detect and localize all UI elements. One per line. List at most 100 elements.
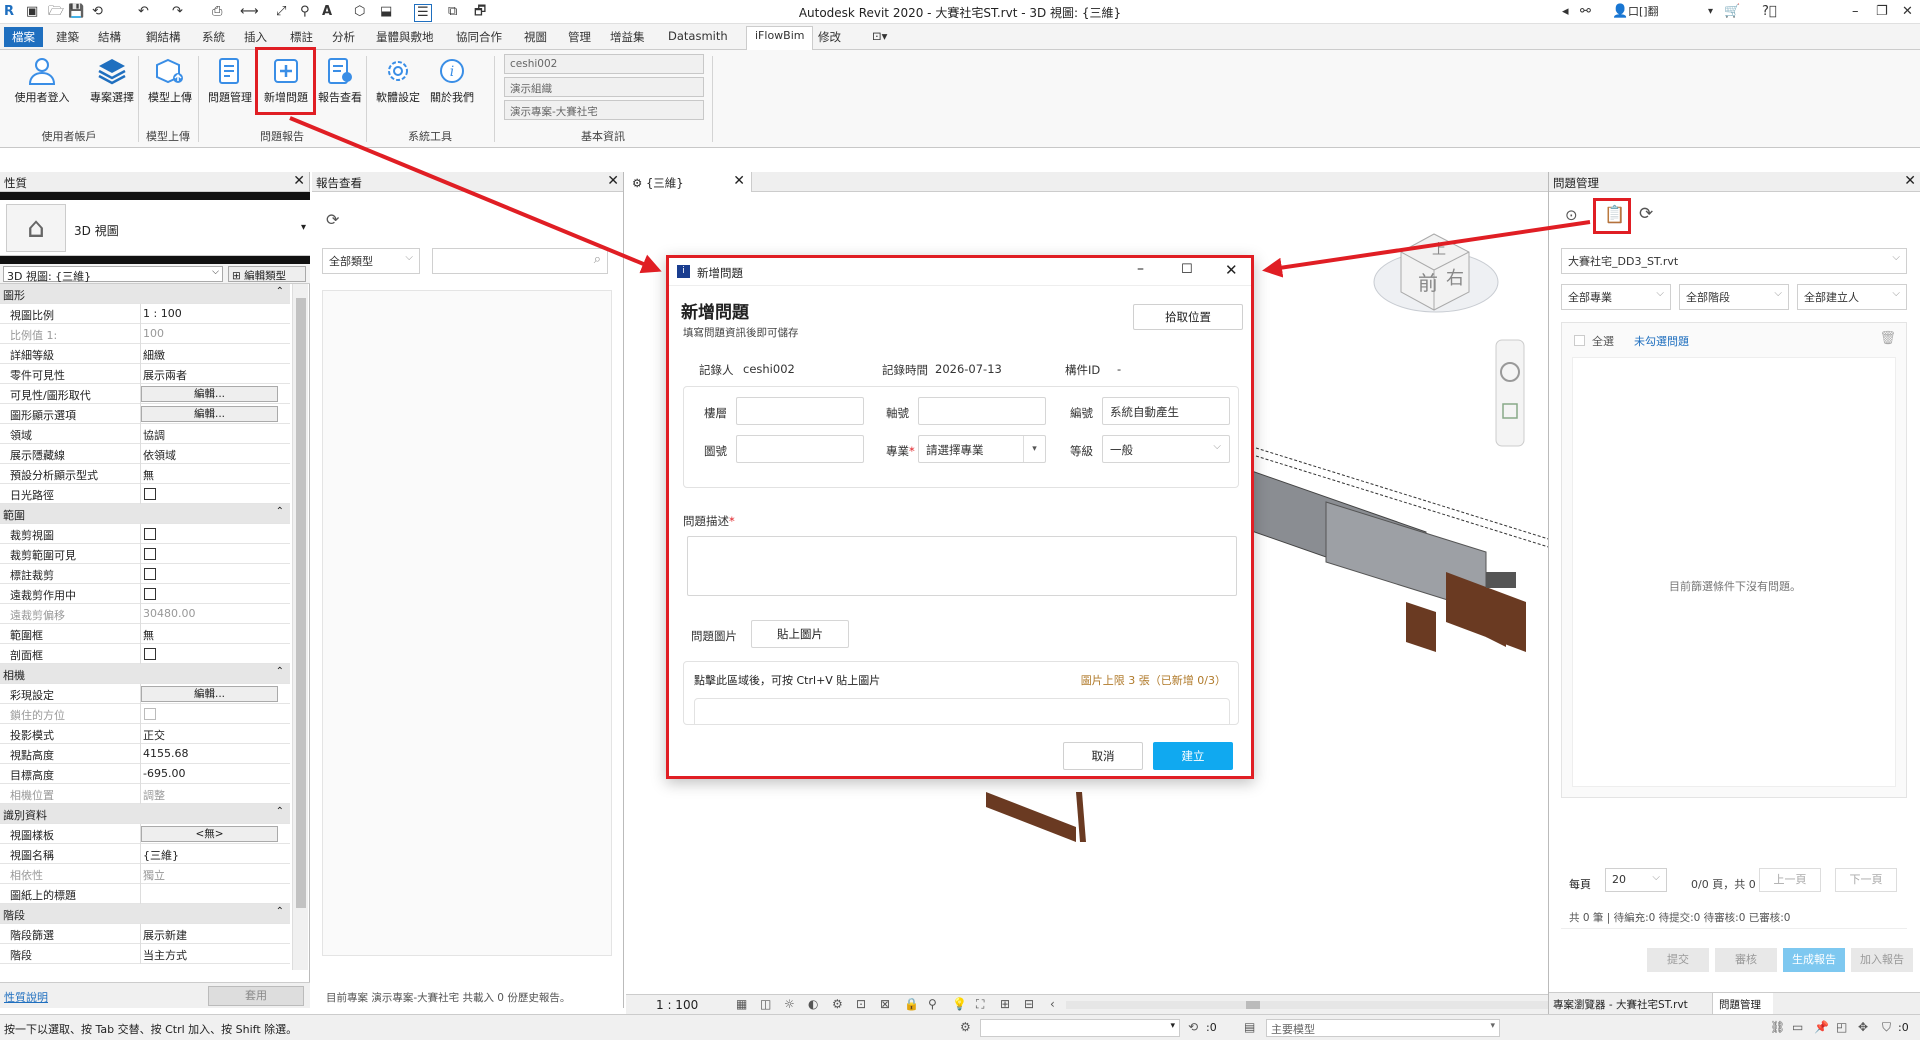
folder-icon[interactable]: 🗁 [48,4,64,20]
property-value[interactable]: 獨立 [143,867,165,883]
submit-button[interactable]: 提交 [1647,948,1709,972]
trash-icon[interactable]: 🗑 [1879,331,1896,346]
property-value[interactable]: 展示新建 [143,927,187,943]
property-section[interactable]: 相機 ⌃ [0,664,290,684]
number-input[interactable]: 系統自動產生 [1102,397,1230,425]
ribbon-tab[interactable]: iFlowBim [746,26,814,50]
property-value[interactable]: 調整 [143,787,165,803]
help-icon[interactable]: ?⃝ [1762,4,1777,20]
analysis-icon[interactable]: ⊞ [1000,997,1010,1011]
collapse-icon[interactable]: ⌃ [276,806,284,817]
property-checkbox[interactable] [144,648,156,660]
redo-icon[interactable]: ↷ [172,4,183,20]
property-value[interactable]: 展示兩者 [143,367,187,383]
collapse-icon[interactable]: ⌃ [276,666,284,677]
lock-icon[interactable]: 🔒 [904,997,919,1011]
select-underlay-icon[interactable]: ▭ [1792,1020,1803,1034]
report-view-button[interactable]: 報告查看 [312,54,368,112]
render-icon[interactable]: ⚙ [832,997,843,1011]
report-search-input[interactable]: ⌕ [432,248,608,274]
floor-input[interactable] [736,397,864,425]
3d-icon[interactable]: ⬡ [354,4,365,20]
worksets-icon[interactable]: ⚙ [960,1020,971,1034]
generate-report-button[interactable]: 生成報告 [1783,948,1845,972]
revit-logo[interactable]: R [4,4,14,20]
switch-windows-icon[interactable]: 🗗 [474,4,486,20]
ribbon-tab[interactable]: 系統 [202,29,225,45]
save-icon[interactable]: 💾 [68,4,84,20]
review-button[interactable]: 審核 [1715,948,1777,972]
ribbon-tab[interactable]: Datasmith [668,29,728,43]
constraints-icon[interactable]: ⊟ [1024,997,1034,1011]
ribbon-tab[interactable]: 標註 [290,29,313,45]
properties-scrollbar[interactable] [292,284,308,970]
view-instance-select[interactable]: 3D 視圖: {三維} ⌵ [3,266,223,283]
phase-filter[interactable]: 全部階段 ⌵ [1679,284,1789,310]
collapse-icon[interactable]: ⌃ [276,506,284,517]
chevron-left-icon[interactable]: ◂ [1562,4,1569,20]
refresh-icon[interactable]: ⟳ [1639,204,1653,224]
view-tab[interactable]: ⚙ {三維} ✕ [626,172,752,192]
software-settings-button[interactable]: 軟體設定 [370,54,426,112]
ribbon-tab[interactable]: 視圖 [524,29,547,45]
creator-filter[interactable]: 全部建立人 ⌵ [1797,284,1907,310]
property-value[interactable]: 協調 [143,427,165,443]
property-checkbox[interactable] [144,488,156,500]
property-edit-button[interactable]: 編輯... [141,386,278,402]
section-icon[interactable]: ⬓ [380,4,392,20]
ribbon-tab[interactable]: 建築 [56,29,79,45]
model-select[interactable]: 大賽社宅_DD3_ST.rvt ⌵ [1561,248,1907,274]
property-checkbox[interactable] [144,568,156,580]
level-select[interactable]: 一般 ⌵ [1102,435,1230,463]
properties-help-link[interactable]: 性質說明 [4,989,48,1005]
ribbon-tab[interactable]: 管理 [568,29,591,45]
viewcube-right[interactable]: 右 [1446,268,1464,289]
unchecked-issues-link[interactable]: 未勾選問題 [1634,333,1689,349]
property-value[interactable]: 正交 [143,727,165,743]
sync-icon[interactable]: ⟲ [1188,1020,1198,1034]
select-all-label[interactable]: 全選 [1592,333,1614,349]
filter-icon[interactable]: ⛉ [1882,1020,1891,1035]
property-value[interactable]: 4155.68 [143,747,189,760]
about-button[interactable]: i 關於我們 [424,54,480,112]
create-button[interactable]: 建立 [1153,742,1233,770]
design-option-select[interactable]: 主要模型 ▾ [1266,1019,1500,1037]
worksharing-icon[interactable]: ⛶ [976,997,984,1012]
ribbon-tab[interactable]: 分析 [332,29,355,45]
sun-path-icon[interactable]: ☼ [784,997,795,1011]
apply-button[interactable]: 套用 [208,986,304,1006]
close-hidden-icon[interactable]: ⧉ [448,4,457,20]
cancel-button[interactable]: 取消 [1063,742,1143,770]
measure-icon[interactable]: ⟷ [240,4,259,20]
close-icon[interactable]: ✕ [1225,261,1238,279]
design-options-icon[interactable]: ▤ [1244,1020,1255,1034]
property-edit-button[interactable]: <無> [141,826,278,842]
chevron-down-icon[interactable]: ▾ [1708,4,1713,20]
minimize-icon[interactable]: – [1137,261,1144,277]
ribbon-tab[interactable]: 量體與敷地 [376,29,434,45]
description-textarea[interactable] [687,536,1237,596]
property-value[interactable]: 100 [143,327,164,340]
property-value[interactable]: 30480.00 [143,607,196,620]
page-size-select[interactable]: 20 ⌵ [1605,868,1667,892]
ribbon-tab[interactable]: 鋼結構 [146,29,181,45]
shadows-icon[interactable]: ◐ [808,997,818,1011]
login-button[interactable]: 使用者登入 [10,54,74,112]
edit-type-button[interactable]: ⊞ 編輯類型 [228,266,306,282]
chevron-left-icon[interactable]: ‹ [1050,997,1055,1011]
property-edit-button[interactable]: 編輯... [141,406,278,422]
property-value[interactable]: 細緻 [143,347,165,363]
close-icon[interactable]: ✕ [293,173,305,189]
property-checkbox[interactable] [144,528,156,540]
property-value[interactable]: 無 [143,627,154,643]
next-page-button[interactable]: 下一頁 [1835,868,1897,892]
property-section[interactable]: 識別資料 ⌃ [0,804,290,824]
collapse-icon[interactable]: ⌃ [276,286,284,297]
model-upload-button[interactable]: 模型上傳 [142,54,198,112]
ribbon-tab[interactable]: 增益集 [610,29,645,45]
user-icon[interactable]: 👤 [1612,4,1628,20]
property-checkbox[interactable] [144,548,156,560]
ribbon-tab[interactable]: 插入 [244,29,267,45]
ribbon-tab[interactable]: 協同合作 [456,29,502,45]
drawing-input[interactable] [736,435,864,463]
